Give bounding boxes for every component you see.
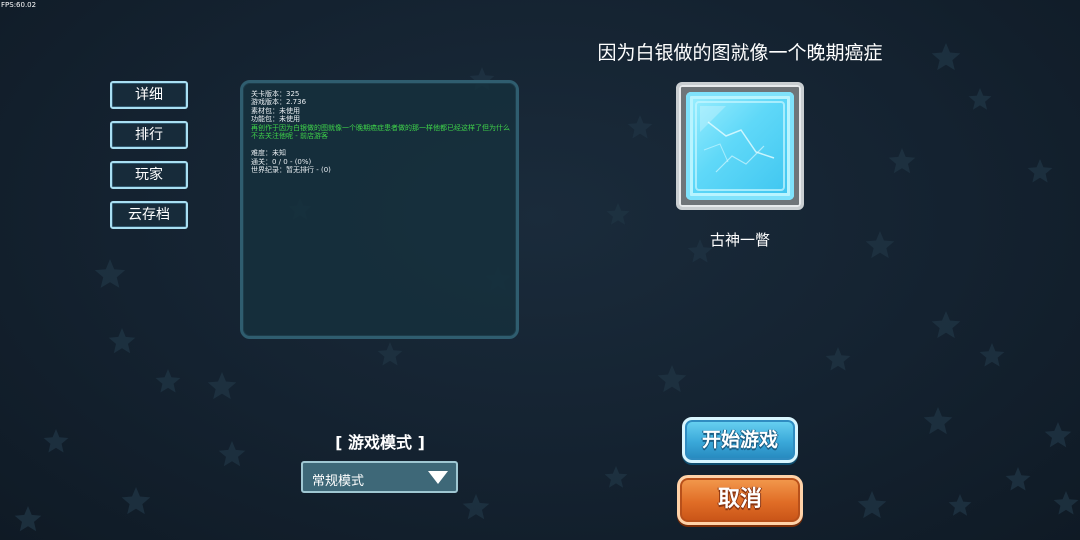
- dropdown-arrow-icon: [428, 471, 448, 484]
- background-star-icon: [857, 491, 887, 519]
- ranking-button[interactable]: 排行: [110, 121, 188, 149]
- asset-pack-text: 素材包：未使用: [251, 106, 300, 115]
- background-star-icon: [931, 43, 961, 71]
- background-star-icon: [1053, 491, 1079, 515]
- background-star-icon: [865, 231, 895, 259]
- background-star-icon: [1005, 467, 1031, 491]
- background-star-icon: [43, 429, 69, 453]
- players-button[interactable]: 玩家: [110, 161, 188, 189]
- game-mode-dropdown[interactable]: 常规模式: [301, 461, 458, 493]
- game-version-text: 游戏版本：2.736: [251, 98, 307, 107]
- background-star-icon: [94, 259, 126, 288]
- start-game-button[interactable]: 开始游戏: [682, 417, 798, 463]
- cancel-button[interactable]: 取消: [677, 475, 803, 525]
- background-star-icon: [968, 88, 992, 110]
- background-star-icon: [1027, 159, 1053, 183]
- background-star-icon: [207, 372, 237, 400]
- level-info-panel[interactable]: 关卡版本：325 游戏版本：2.736 素材包：未使用 功能包：未使用 再创作于…: [240, 80, 519, 339]
- level-detail-screen: FPS:60.02 详细 排行 玩家 云存档 关卡版本：325 游戏版本：2.7…: [0, 0, 1080, 540]
- level-description: 再创作于因为白银做的图就像一个晚期癌症患者做的那一样他都已经这样了但为什么不去关…: [251, 123, 510, 141]
- background-star-icon: [627, 115, 653, 139]
- difficulty-text: 难度：未知: [251, 149, 286, 158]
- ice-crack-lines: [695, 101, 785, 191]
- background-star-icon: [888, 148, 916, 174]
- ice-block-icon: [686, 92, 794, 200]
- background-star-icon: [218, 441, 246, 467]
- details-button[interactable]: 详细: [110, 81, 188, 109]
- background-star-icon: [657, 365, 687, 393]
- background-star-icon: [155, 369, 181, 393]
- background-star-icon: [604, 466, 628, 488]
- background-star-icon: [931, 311, 961, 339]
- background-star-icon: [1044, 422, 1072, 448]
- game-mode-label: [ 游戏模式 ]: [335, 433, 425, 452]
- fps-counter: FPS:60.02: [1, 1, 37, 9]
- level-thumbnail: [676, 82, 804, 210]
- background-star-icon: [606, 203, 630, 225]
- game-mode-selected: 常规模式: [312, 474, 365, 489]
- background-star-icon: [948, 494, 972, 516]
- background-star-icon: [377, 342, 403, 366]
- cloud-save-button[interactable]: 云存档: [110, 201, 188, 229]
- author-name: 古神一瞥: [709, 231, 770, 249]
- clears-text: 通关：0 / 0 - (0%): [251, 157, 312, 166]
- background-star-icon: [14, 506, 42, 532]
- background-star-icon: [462, 494, 490, 520]
- world-record-text: 世界纪录：暂无排行 - (0): [251, 166, 331, 175]
- feature-pack-text: 功能包：未使用: [251, 115, 300, 124]
- level-title: 因为白银做的图就像一个晚期癌症: [597, 42, 883, 64]
- background-star-icon: [979, 343, 1005, 367]
- background-star-icon: [923, 407, 953, 435]
- background-star-icon: [108, 328, 136, 354]
- background-star-icon: [825, 347, 851, 371]
- background-star-icon: [121, 487, 151, 515]
